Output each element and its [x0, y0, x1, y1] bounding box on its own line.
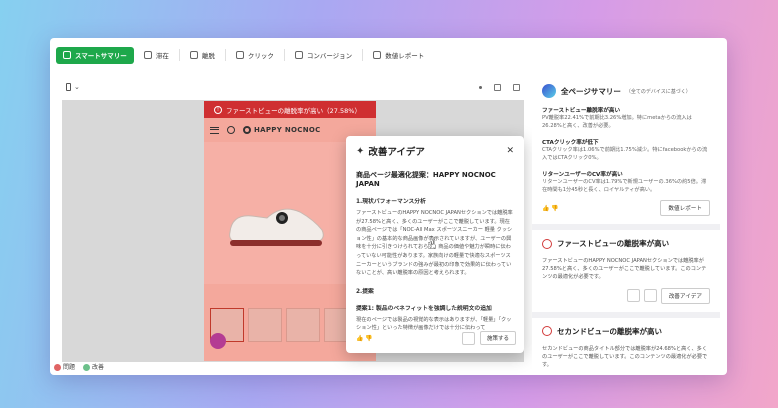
summary-row: CTAクリック率が低下 CTAクリック率は1.06%で前期比1.75%減少。特に…	[542, 138, 710, 162]
popup-title-text: 改善アイデア	[368, 147, 425, 158]
summary-footer: 👍 👎 数値レポート	[542, 200, 710, 216]
issue-actions: 改善アイデア	[626, 287, 710, 304]
chevron-down-icon: ⌄	[74, 83, 80, 91]
overall-summary-card: 全ページサマリー （全てのデバイスに基づく） ファーストビュー離脱率が高い PV…	[532, 76, 720, 230]
preview-controls: ⌄	[62, 76, 524, 98]
summary-value: PV離脱率22.41%で前期比3.26%増加。特にmetaからの流入は26.28…	[542, 115, 692, 129]
alert-icon	[542, 238, 552, 249]
divider	[178, 49, 180, 61]
sparkle-icon	[63, 51, 71, 59]
section-heading: 2.提案	[356, 288, 374, 295]
thumbnail[interactable]	[286, 308, 320, 342]
settings-icon[interactable]	[513, 83, 520, 91]
feedback-icons[interactable]: 👍 👎	[542, 205, 559, 212]
issue-card: セカンドビューの離脱率が高い セカンドビューの商品タイトル部分では離脱率が24.…	[532, 317, 720, 375]
summary-key: ファーストビュー離脱率が高い	[542, 108, 621, 114]
first-view-alert-bar[interactable]: ! ファーストビューの離脱率が高い（27.58%）	[204, 101, 376, 118]
divider	[283, 49, 285, 61]
smartphone-icon	[66, 83, 71, 91]
click-button[interactable]: クリック	[230, 47, 280, 64]
summary-scope: （全てのデバイスに基づく）	[625, 88, 691, 95]
popup-title: ✦ 改善アイデア	[356, 144, 425, 159]
stay-label: 滞在	[155, 52, 169, 60]
smart-summary-label: スマートサマリー	[75, 52, 127, 60]
legend-improve: 改善	[83, 362, 104, 371]
feedback-icons[interactable]: 👍 👎	[356, 335, 373, 342]
popup-actions: 施策する	[461, 331, 516, 345]
report-label: 数値レポート	[385, 52, 425, 60]
close-icon[interactable]: ✕	[506, 146, 514, 156]
brand-name: HAPPY NOCNOC	[254, 126, 321, 134]
summary-panel: 全ページサマリー （全てのデバイスに基づく） ファーストビュー離脱率が高い PV…	[532, 76, 720, 375]
divider	[362, 49, 364, 61]
refresh-icon[interactable]	[626, 289, 640, 303]
summary-key: リターンユーザーのCV率が高い	[542, 172, 623, 178]
numeric-report-button[interactable]: 数値レポート	[660, 200, 710, 216]
issue-card: ファーストビューの離脱率が高い ファーストビューのHAPPY NOCNOC JA…	[532, 230, 720, 318]
copy-icon[interactable]	[643, 289, 657, 303]
conversion-icon	[294, 51, 303, 59]
report-icon	[373, 51, 382, 59]
issue-body: セカンドビューの商品タイトル部分では離脱率が24.68%と高く、多くのユーザーが…	[542, 345, 708, 369]
stay-button[interactable]: 滞在	[138, 47, 175, 64]
popup-footer: 👍 👎 施策する	[356, 331, 516, 345]
summary-row: リターンユーザーのCV率が高い リターンユーザーのCV率は1.79%で新規ユーザ…	[542, 170, 710, 194]
issue-body: ファーストビューのHAPPY NOCNOC JAPANセクションでは離脱率が27…	[542, 258, 707, 281]
improvement-idea-button[interactable]: 改善アイデア	[660, 287, 710, 304]
alert-icon	[542, 326, 552, 337]
summary-value: CTAクリック率は1.06%で前期比1.75%減少。特にfacebookからの流…	[542, 147, 708, 161]
exit-label: 離脱	[201, 52, 215, 60]
hand-cursor-icon: ☝	[427, 234, 437, 253]
ai-avatar-icon	[542, 84, 556, 98]
eye-icon	[143, 51, 152, 59]
report-button[interactable]: 数値レポート	[367, 47, 430, 64]
summary-row: ファーストビュー離脱率が高い PV離脱率22.41%で前期比3.26%増加。特に…	[542, 106, 710, 130]
alert-text: ファーストビューの離脱率が高い（27.58%）	[226, 106, 361, 115]
thumbnail[interactable]	[248, 308, 282, 342]
heatmap-legend: 問題 改善	[54, 362, 104, 371]
divider	[224, 49, 226, 61]
legend-improve-label: 改善	[92, 364, 105, 371]
sparkle-icon: ✦	[356, 145, 365, 157]
sneaker-image	[229, 208, 324, 246]
product-thumbnails	[210, 308, 358, 342]
summary-value: リターンユーザーのCV率は1.79%で新規ユーザーの.36%の約5倍。滞在時間も…	[542, 179, 707, 193]
warning-icon: !	[214, 105, 222, 114]
search-icon	[227, 126, 235, 134]
issue-title: セカンドビューの離脱率が高い	[542, 326, 710, 337]
section-heading: 1.現状パフォーマンス分析	[356, 199, 426, 205]
preview-tools	[479, 83, 520, 91]
conversion-label: コンバージョン	[306, 52, 353, 60]
apply-button[interactable]: 施策する	[479, 331, 516, 345]
proposal-heading: 提案1: 製品のベネフィットを強調した説明文の追加	[356, 305, 492, 312]
filter-icon[interactable]	[494, 83, 501, 91]
chat-bubble-icon[interactable]	[210, 333, 226, 349]
summary-key: CTAクリック率が低下	[542, 140, 599, 146]
popup-header: ✦ 改善アイデア ✕	[356, 144, 514, 159]
issue-footer: 改善アイデア	[542, 287, 710, 304]
logo-mark-icon	[243, 126, 251, 134]
issue-title-text: セカンドビューの離脱率が高い	[557, 326, 662, 336]
smart-summary-button[interactable]: スマートサマリー	[56, 46, 134, 64]
click-label: クリック	[247, 52, 274, 60]
legend-problem-label: 問題	[63, 364, 76, 371]
menu-icon	[210, 126, 219, 134]
issue-title-text: ファーストビューの離脱率が高い	[557, 239, 670, 248]
exit-icon	[189, 51, 198, 59]
summary-title: 全ページサマリー （全てのデバイスに基づく）	[542, 84, 710, 98]
device-selector[interactable]: ⌄	[66, 83, 80, 91]
legend-problem: 問題	[54, 362, 75, 371]
pointer-icon	[235, 51, 244, 59]
brand-logo: HAPPY NOCNOC	[243, 126, 321, 134]
conversion-button[interactable]: コンバージョン	[289, 47, 358, 64]
exit-button[interactable]: 離脱	[184, 47, 221, 64]
analysis-toolbar: スマートサマリー 滞在 離脱 クリック コンバージョン 数値レポート	[50, 38, 727, 72]
summary-title-text: 全ページサマリー	[561, 86, 621, 96]
dot-icon[interactable]	[479, 85, 482, 89]
copy-icon[interactable]	[461, 331, 475, 345]
issue-title: ファーストビューの離脱率が高い	[542, 238, 710, 249]
popup-subtitle: 商品ページ最適化提案：HAPPY NOCNOC JAPAN	[356, 171, 496, 188]
